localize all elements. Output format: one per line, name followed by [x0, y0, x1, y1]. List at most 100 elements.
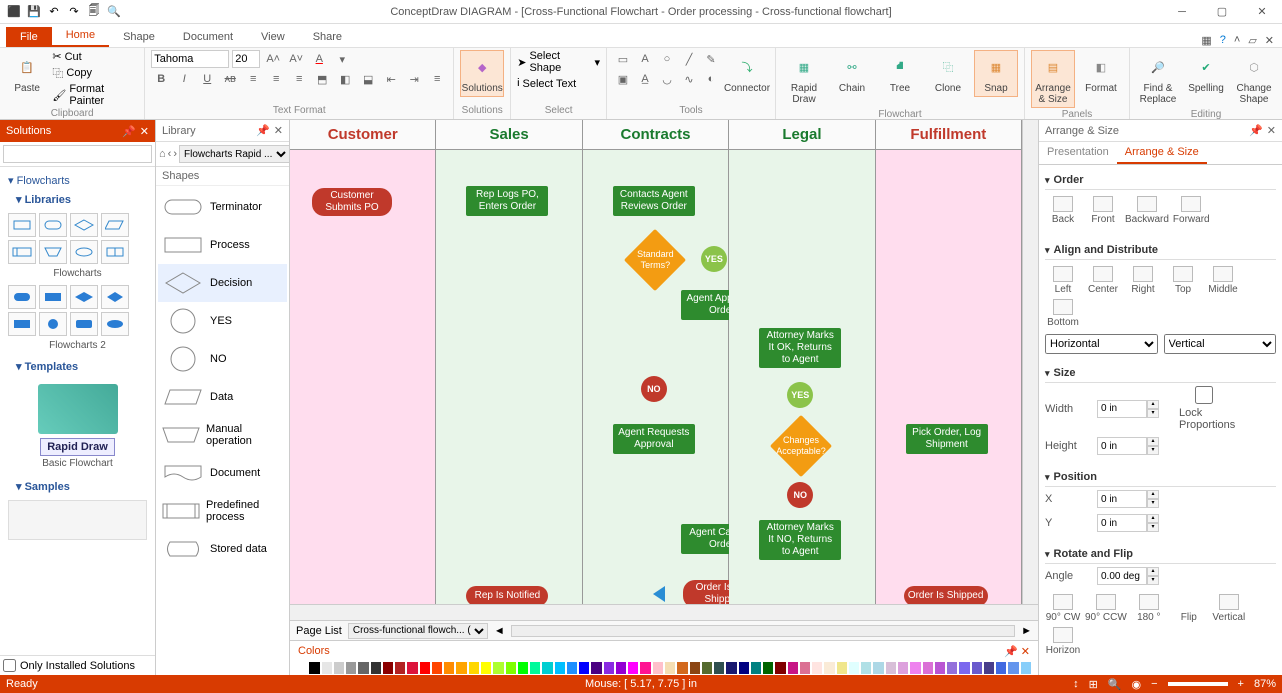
color-swatch[interactable] [897, 661, 909, 675]
rtab-presentation[interactable]: Presentation [1039, 142, 1117, 164]
tab-shape[interactable]: Shape [109, 27, 169, 47]
status-icon[interactable]: ⊞ [1089, 678, 1098, 691]
color-swatch[interactable] [357, 661, 369, 675]
color-swatch[interactable] [750, 661, 762, 675]
linespace-icon[interactable]: ≡ [427, 70, 447, 88]
select-shape-button[interactable]: ➤Select Shape ▾ [517, 50, 600, 74]
dist-v-select[interactable]: Vertical [1164, 334, 1277, 354]
indent-dec-icon[interactable]: ⇤ [381, 70, 401, 88]
solutions-button[interactable]: ◆Solutions [460, 50, 504, 97]
color-swatch[interactable] [922, 661, 934, 675]
arrange-size-button[interactable]: ▤Arrange & Size [1031, 50, 1075, 108]
color-swatch[interactable] [725, 661, 737, 675]
help-icon[interactable]: ? [1220, 34, 1226, 47]
rect-tool-icon[interactable]: ▭ [613, 50, 633, 68]
tab-document[interactable]: Document [169, 27, 247, 47]
order-back[interactable]: Back [1045, 196, 1081, 225]
thumb[interactable] [8, 285, 36, 309]
color-swatch[interactable] [848, 661, 860, 675]
change-shape-button[interactable]: ⬡Change Shape [1232, 50, 1276, 108]
file-tab[interactable]: File [6, 27, 52, 47]
status-icon[interactable]: ↕ [1073, 678, 1079, 690]
tree-button[interactable]: ⛘Tree [878, 50, 922, 97]
tree-templates[interactable]: Templates [16, 357, 147, 376]
rapiddraw-button[interactable]: ▦Rapid Draw [782, 50, 826, 108]
color-swatch[interactable] [909, 661, 921, 675]
tab-home[interactable]: Home [52, 25, 109, 47]
angle-input[interactable] [1097, 567, 1147, 585]
format-button[interactable]: ◧Format [1079, 50, 1123, 97]
color-swatch[interactable] [762, 661, 774, 675]
canvas[interactable]: Customer Customer Submits PO Sales Rep L… [290, 120, 1022, 604]
color-swatch[interactable] [639, 661, 651, 675]
home-icon[interactable]: ⌂ [159, 148, 166, 160]
color-swatch[interactable] [308, 661, 320, 675]
color-swatch[interactable] [529, 661, 541, 675]
grow-font-icon[interactable]: A˄ [263, 50, 283, 68]
rtab-arrange[interactable]: Arrange & Size [1117, 142, 1207, 164]
print-icon[interactable]: 🗐 [86, 4, 102, 20]
y-input[interactable] [1097, 514, 1147, 532]
thumb[interactable] [101, 240, 129, 264]
status-icon[interactable]: ◉ [1131, 678, 1141, 691]
bold-button[interactable]: B [151, 70, 171, 88]
color-swatch[interactable] [406, 661, 418, 675]
lock-proportions-checkbox[interactable] [1179, 386, 1229, 404]
order-front[interactable]: Front [1085, 196, 1121, 225]
valign-bot-icon[interactable]: ⬓ [358, 70, 378, 88]
find-replace-button[interactable]: 🔎Find & Replace [1136, 50, 1180, 108]
color-swatch[interactable] [603, 661, 615, 675]
align-top[interactable]: Top [1165, 266, 1201, 295]
only-installed-checkbox[interactable] [3, 659, 16, 672]
thumb[interactable] [101, 285, 129, 309]
shape-stored[interactable]: Stored data [158, 530, 287, 568]
page-scroll[interactable] [511, 625, 1015, 637]
color-swatch[interactable] [787, 661, 799, 675]
x-input[interactable] [1097, 490, 1147, 508]
align-left-icon[interactable]: ≡ [243, 70, 263, 88]
color-swatch[interactable] [615, 661, 627, 675]
indent-inc-icon[interactable]: ⇥ [404, 70, 424, 88]
tab-view[interactable]: View [247, 27, 299, 47]
underline-button[interactable]: U [197, 70, 217, 88]
snap-button[interactable]: ▦Snap [974, 50, 1018, 97]
thumb[interactable] [101, 213, 129, 237]
color-swatch[interactable] [345, 661, 357, 675]
library-select[interactable]: Flowcharts Rapid ... [179, 145, 290, 163]
flip-h[interactable]: Horizon [1045, 627, 1081, 656]
color-swatch[interactable] [480, 661, 492, 675]
color-swatch[interactable] [713, 661, 725, 675]
close-panel-icon[interactable]: ✕ [274, 124, 283, 137]
shape-data[interactable]: Data [158, 378, 287, 416]
valign-top-icon[interactable]: ⬒ [312, 70, 332, 88]
select-text-button[interactable]: ᎥSelect Text [517, 77, 600, 90]
node-no1[interactable]: NO [641, 376, 667, 402]
layout-icon[interactable]: ▦ [1201, 34, 1211, 47]
shape-terminator[interactable]: Terminator [158, 188, 287, 226]
page-select[interactable]: Cross-functional flowch... (1/1 [348, 623, 488, 639]
color-swatch[interactable] [370, 661, 382, 675]
color-swatch[interactable] [799, 661, 811, 675]
close-button[interactable]: ✕ [1242, 0, 1282, 24]
order-forward[interactable]: Forward [1173, 196, 1210, 225]
color-swatch[interactable] [1020, 661, 1032, 675]
font-color-dropdown[interactable]: ▾ [332, 50, 352, 68]
rot-90cw[interactable]: 90° CW [1045, 594, 1081, 623]
page-next-icon[interactable]: ► [1021, 625, 1032, 637]
node-pick[interactable]: Pick Order, Log Shipment [906, 424, 988, 454]
canvas-vscroll[interactable] [1022, 120, 1038, 604]
restore-icon[interactable]: ▱ [1248, 34, 1256, 47]
color-swatch[interactable] [541, 661, 553, 675]
thumb[interactable] [39, 240, 67, 264]
node-rep-logs[interactable]: Rep Logs PO, Enters Order [466, 186, 548, 216]
color-swatches[interactable] [290, 661, 1038, 675]
pencil-tool-icon[interactable]: ✎ [701, 50, 721, 68]
rot-180[interactable]: 180 ° [1131, 594, 1167, 623]
color-swatch[interactable] [738, 661, 750, 675]
align-right-icon[interactable]: ≡ [289, 70, 309, 88]
color-swatch[interactable] [455, 661, 467, 675]
node-yes2[interactable]: YES [787, 382, 813, 408]
thumb[interactable] [70, 312, 98, 336]
back-icon[interactable]: ‹ [168, 148, 172, 160]
color-swatch[interactable] [321, 661, 333, 675]
